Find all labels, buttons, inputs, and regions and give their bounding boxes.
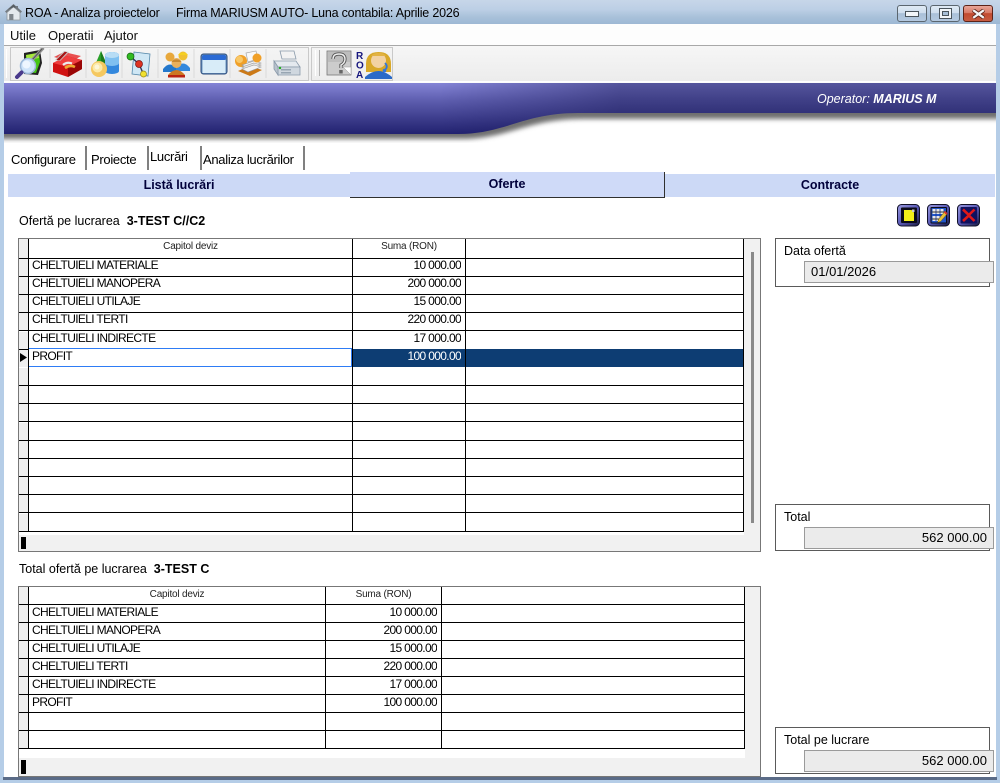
svg-text:Operator: MARIUS M: Operator: MARIUS M bbox=[817, 92, 937, 106]
svg-text:A: A bbox=[356, 70, 363, 79]
